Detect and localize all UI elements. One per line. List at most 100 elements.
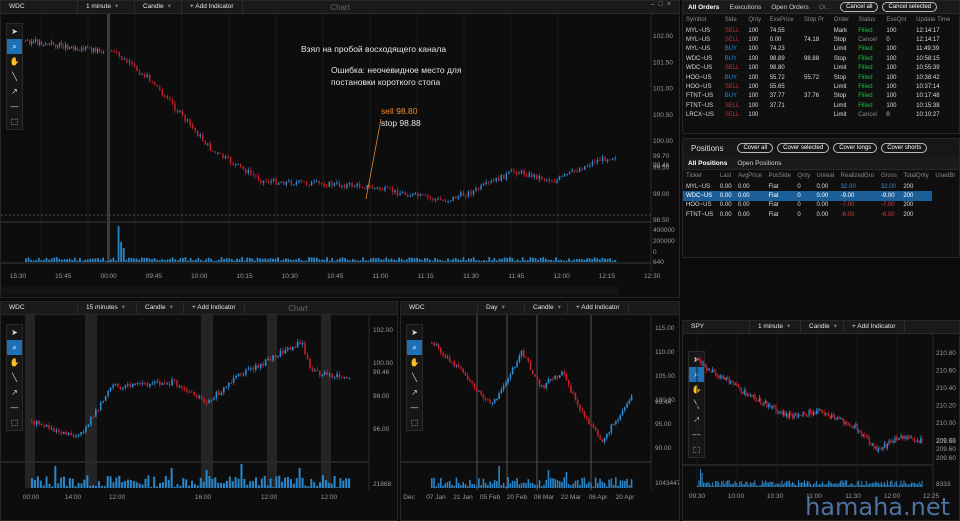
chart-15m-canvas[interactable]: 102.00 100.00 98.00 96.00 99.46 21868 00:00 14:… [1, 302, 398, 521]
table-row[interactable]: HOG~US BUY 100 55.72 55.72 Stop Filled 100 10:38… [683, 73, 959, 82]
candle-body [733, 381, 735, 385]
table-row[interactable]: HOG~US SELL 100 55.65 Limit Filled 100 10:37:14 [683, 82, 959, 91]
cover-all-button[interactable]: Cover all [737, 143, 774, 153]
table-row[interactable]: WDC~US SELL 100 98.80 Limit Filled 100 10:55:39 [683, 64, 959, 73]
session-shade [321, 315, 331, 488]
position-gross: 32.00 [880, 183, 896, 190]
volume-bar [124, 480, 127, 488]
volume-bar [704, 482, 706, 487]
session-separator [107, 14, 110, 263]
chart-spy-canvas[interactable]: 210.80210.60210.40210.20210.00209.80209.… [683, 321, 960, 521]
volume-bar [496, 480, 498, 488]
volume-bar [799, 482, 801, 487]
candle-body [409, 195, 411, 197]
volume-bar [403, 260, 406, 262]
candle-body [159, 381, 161, 386]
cover-longs-button[interactable]: Cover longs [833, 143, 878, 153]
volume-bar [561, 481, 563, 488]
volume-bar [921, 480, 923, 487]
volume-bar [746, 481, 748, 487]
main-chart-scrollbar[interactable] [1, 287, 619, 295]
position-gross: -9.00 [877, 191, 901, 201]
candle-body [803, 412, 806, 414]
candle-body [520, 350, 523, 356]
candle-body [700, 360, 702, 363]
candle-body [551, 181, 553, 183]
table-row[interactable]: LRCX~US SELL 100 Limit Cancel 0 10:10:27 [683, 111, 959, 120]
candle-body [828, 413, 830, 417]
column-header: UsedBr [935, 173, 956, 179]
candle-body [250, 170, 252, 174]
candle-body [169, 98, 171, 101]
table-row[interactable]: WDC~US 0.00 0.00 Flat 0 0.00 -9.00 -9.00 200 [683, 191, 959, 201]
volume-bar [92, 485, 95, 488]
candle-body [31, 41, 33, 45]
volume-bar [886, 480, 888, 487]
table-row[interactable]: MYL~US SELL 100 0.00 74.18 Stop Cancel 0 12:14:1… [683, 35, 959, 44]
order-exeqty: 100 [886, 102, 897, 109]
volume-bar [544, 258, 547, 262]
tab-more[interactable]: Or... [814, 4, 836, 11]
candle-body [230, 382, 232, 384]
tab-all-positions[interactable]: All Positions [683, 160, 732, 167]
candle-body [534, 374, 536, 377]
order-stop [801, 26, 831, 35]
volume-bar [437, 483, 440, 488]
volume-bar [80, 483, 83, 488]
table-row[interactable]: WDC~US BUY 100 98.89 98.88 Stop Filled 100 10:58… [683, 54, 959, 63]
volume-bar [841, 480, 843, 487]
candle-body [333, 376, 336, 378]
candle-body [80, 432, 82, 435]
table-row[interactable]: HOG~US 0.00 0.00 Flat 0 0.00 -7.00 -7.00 200 [683, 201, 959, 210]
table-row[interactable]: MYL~US 0.00 0.00 Flat 0 0.00 32.00 32.00 200 [683, 182, 959, 191]
cancel-all-button[interactable]: Cancel all [840, 2, 879, 12]
tab-open-positions[interactable]: Open Positions [732, 160, 786, 167]
candle-body [320, 182, 323, 184]
price-tick: 100.00 [653, 138, 673, 145]
candle-body [610, 424, 613, 433]
candle-body [39, 41, 41, 45]
candle-body [813, 412, 815, 415]
candle-body [92, 416, 95, 418]
candle-body [742, 392, 744, 394]
candle-body [715, 371, 717, 376]
candle-body [255, 365, 257, 370]
volume-bar [803, 480, 806, 487]
volume-bar [858, 480, 860, 487]
volume-bar [722, 480, 724, 487]
volume-bar [889, 481, 891, 487]
candle-body [556, 375, 559, 378]
candle-body [900, 435, 902, 439]
table-row[interactable]: MYL~US BUY 100 74.23 Limit Filled 100 11:49:39 [683, 45, 959, 54]
volume-bar [521, 257, 524, 262]
chart-day-canvas[interactable]: 115.00110.00105.00100.0095.0090.0099.461… [401, 302, 680, 521]
tab-executions[interactable]: Executions [724, 4, 766, 11]
position-side: Flat [768, 183, 779, 190]
volume-bar [86, 259, 89, 262]
candle-body [237, 374, 240, 377]
candle-body [336, 182, 338, 184]
volume-bar [351, 258, 354, 262]
order-symbol: WDC~US [686, 55, 713, 62]
tab-open-orders[interactable]: Open Orders [766, 4, 814, 11]
volume-bar [493, 479, 496, 488]
cover-shorts-button[interactable]: Cover shorts [881, 143, 928, 153]
table-row[interactable]: FTNT~US BUY 100 37.77 37.76 Stop Filled 100 10:1… [683, 92, 959, 101]
candle-body [761, 403, 763, 405]
cover-selected-button[interactable]: Cover selected [777, 143, 830, 153]
cancel-selected-button[interactable]: Cancel selected [882, 2, 938, 12]
volume-last: 8333 [936, 481, 951, 488]
candle-body [886, 444, 889, 448]
table-row[interactable]: MYL~US SELL 100 74.55 Mark Filled 100 12:14:17 [683, 26, 959, 35]
position-total: 200 [903, 202, 914, 209]
volume-bar [278, 475, 281, 488]
candle-body [558, 375, 561, 378]
volume-bar [464, 484, 467, 488]
tab-all-orders[interactable]: All Orders [683, 4, 724, 11]
candle-body [837, 417, 839, 419]
candle-body [35, 420, 38, 425]
candle-body [163, 382, 166, 384]
table-row[interactable]: FTNT~US 0.00 0.00 Flat 0 0.00 -6.00 -6.00 200 [683, 210, 959, 219]
volume-bar [31, 478, 34, 488]
table-row[interactable]: FTNT~US SELL 100 37.71 Limit Filled 100 10:15:3… [683, 101, 959, 110]
